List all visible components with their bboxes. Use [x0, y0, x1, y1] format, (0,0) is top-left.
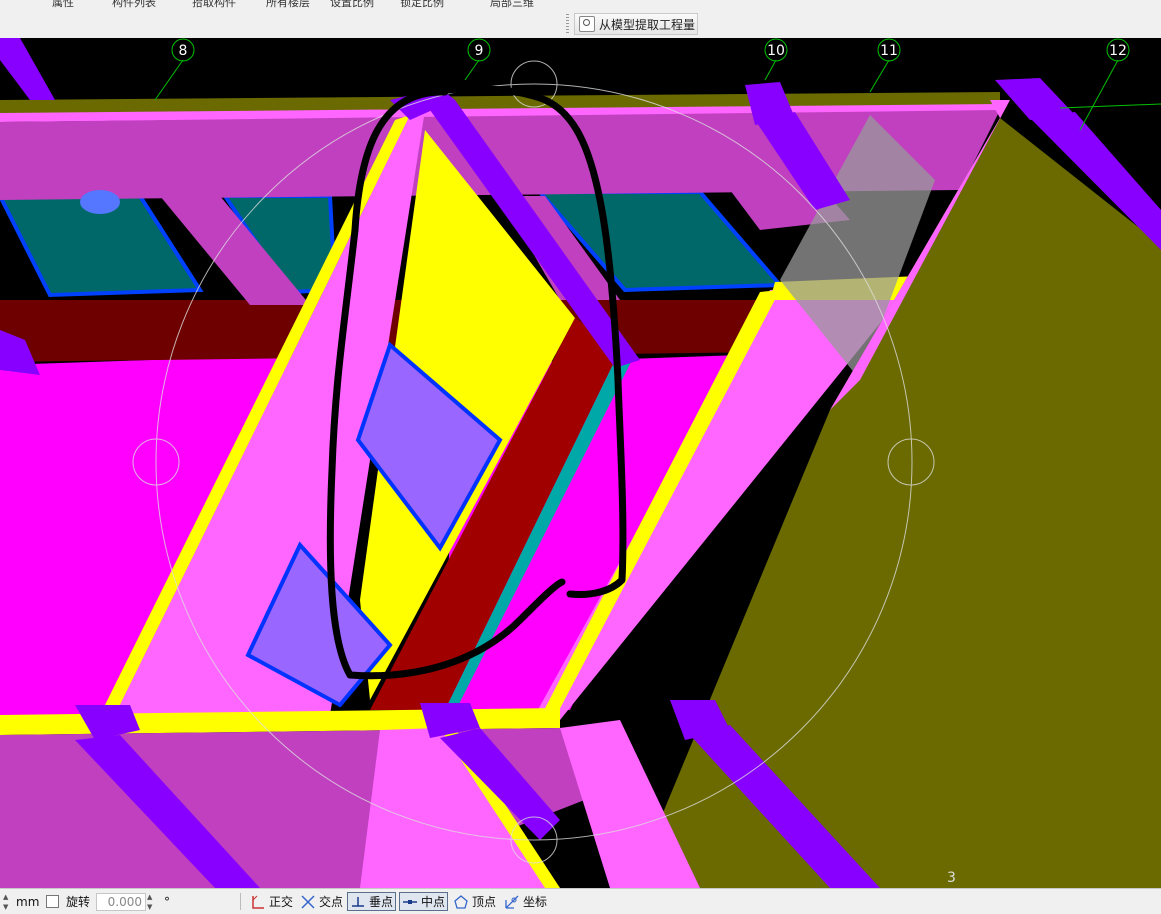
- snap-perpendicular[interactable]: 垂点: [347, 892, 397, 911]
- rotate-value-group: 0.000 ▲ ▼: [96, 889, 157, 914]
- toolbar-item-pick-component[interactable]: 拾取构件: [192, 0, 236, 8]
- rotate-angle-input[interactable]: 0.000: [96, 892, 146, 911]
- axis-marker-8: 8: [171, 38, 195, 62]
- axis-marker-10: 10: [764, 38, 788, 62]
- search-model-icon: [579, 16, 595, 32]
- svg-text:11: 11: [880, 43, 898, 59]
- snap-ortho-label: 正交: [269, 895, 294, 909]
- rotate-label: 旋转: [66, 895, 91, 909]
- 3d-viewport[interactable]: 8 9 10 11 12 3: [0, 38, 1161, 888]
- snap-ortho[interactable]: 正交: [248, 892, 295, 911]
- status-bar: ▲ ▼ mm 旋转 0.000 ▲ ▼ ° 正交 交点 垂点 中点 顶点 坐标: [0, 888, 1161, 914]
- svg-text:10: 10: [767, 43, 785, 59]
- blue-pipe: [80, 190, 120, 214]
- snap-perpendicular-label: 垂点: [369, 895, 394, 909]
- toolbar-item-component-list[interactable]: 构件列表: [112, 0, 156, 8]
- toolbar-item-set-scale[interactable]: 设置比例: [330, 0, 374, 8]
- 3d-model-canvas[interactable]: 8 9 10 11 12 3: [0, 38, 1161, 888]
- vertex-icon: [454, 894, 468, 909]
- column-top-left: [0, 38, 55, 100]
- perpendicular-icon: [352, 896, 364, 907]
- toolbar-item-local-3d[interactable]: 局部三维: [490, 0, 534, 8]
- snap-coordinate[interactable]: 坐标: [502, 892, 549, 911]
- edge-label: 3: [947, 870, 956, 886]
- snap-midpoint[interactable]: 中点: [399, 892, 449, 911]
- snap-intersection[interactable]: 交点: [298, 892, 345, 911]
- axis-marker-9: 9: [467, 38, 491, 62]
- rotate-spin-arrows-icon[interactable]: ▲ ▼: [147, 893, 157, 911]
- unit-spin-arrows-icon[interactable]: ▲ ▼: [3, 893, 13, 911]
- toolbar-grip[interactable]: [566, 14, 569, 34]
- svg-text:8: 8: [179, 43, 188, 59]
- axis-marker-11: 11: [877, 38, 901, 62]
- snap-coordinate-label: 坐标: [523, 895, 548, 909]
- rotate-checkbox[interactable]: [46, 895, 59, 908]
- axis-marker-12: 12: [1106, 38, 1130, 62]
- snap-vertex[interactable]: 顶点: [451, 892, 498, 911]
- snap-intersection-label: 交点: [319, 895, 344, 909]
- toolbar: 属性 构件列表 拾取构件 所有楼层 设置比例 锁定比例 局部三维 从模型提取工程…: [0, 0, 1161, 39]
- intersection-icon: [301, 894, 315, 909]
- coordinate-icon: [505, 895, 519, 909]
- toolbar-item-properties[interactable]: 属性: [52, 0, 74, 8]
- unit-spinner[interactable]: ▲ ▼: [2, 889, 13, 914]
- unit-label: mm: [16, 894, 40, 909]
- midpoint-icon: [403, 899, 417, 904]
- toolbar-item-all-floors[interactable]: 所有楼层: [266, 0, 310, 8]
- snap-vertex-label: 顶点: [472, 895, 497, 909]
- extract-quantity-button[interactable]: 从模型提取工程量: [574, 13, 698, 35]
- toolbar-item-lock-scale[interactable]: 锁定比例: [400, 0, 444, 8]
- svg-text:12: 12: [1109, 43, 1127, 59]
- ortho-icon: [252, 895, 264, 909]
- snap-midpoint-label: 中点: [421, 895, 446, 909]
- degree-symbol: °: [164, 894, 170, 909]
- svg-text:9: 9: [475, 43, 484, 59]
- rotate-checkbox-wrap[interactable]: [46, 889, 65, 914]
- extract-quantity-label: 从模型提取工程量: [599, 17, 696, 32]
- status-separator: [240, 893, 241, 910]
